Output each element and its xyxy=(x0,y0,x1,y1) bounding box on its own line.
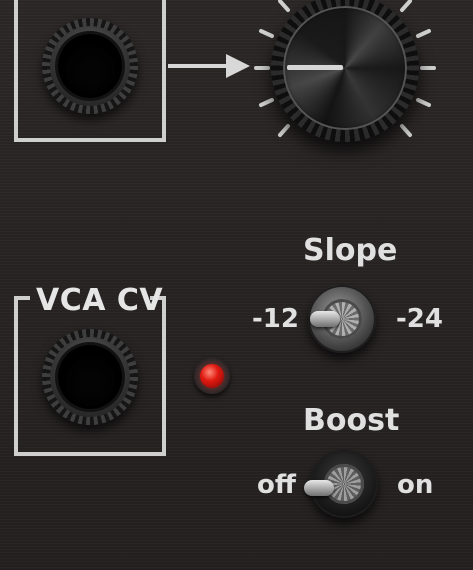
boost-switch-lever xyxy=(304,480,334,496)
vca-cv-label: VCA CV xyxy=(36,283,164,318)
slope-left-label: -12 xyxy=(252,304,299,334)
boost-left-label: off xyxy=(257,470,296,500)
module-panel: CV Slope -12 -24 xyxy=(0,0,473,570)
slope-switch-lever xyxy=(310,311,340,327)
slope-toggle-switch[interactable] xyxy=(308,285,376,353)
led-icon xyxy=(194,358,230,394)
knob-pointer-icon xyxy=(287,65,343,70)
vca-cv-jack[interactable] xyxy=(42,329,138,425)
boost-title: Boost xyxy=(303,403,400,438)
slope-right-label: -24 xyxy=(396,304,443,334)
cv-jack[interactable] xyxy=(42,18,138,114)
boost-right-label: on xyxy=(397,470,434,500)
slope-title: Slope xyxy=(303,233,398,268)
led-lens xyxy=(200,364,224,388)
boost-toggle-switch[interactable] xyxy=(304,450,378,518)
cv-amount-knob[interactable] xyxy=(271,0,419,142)
